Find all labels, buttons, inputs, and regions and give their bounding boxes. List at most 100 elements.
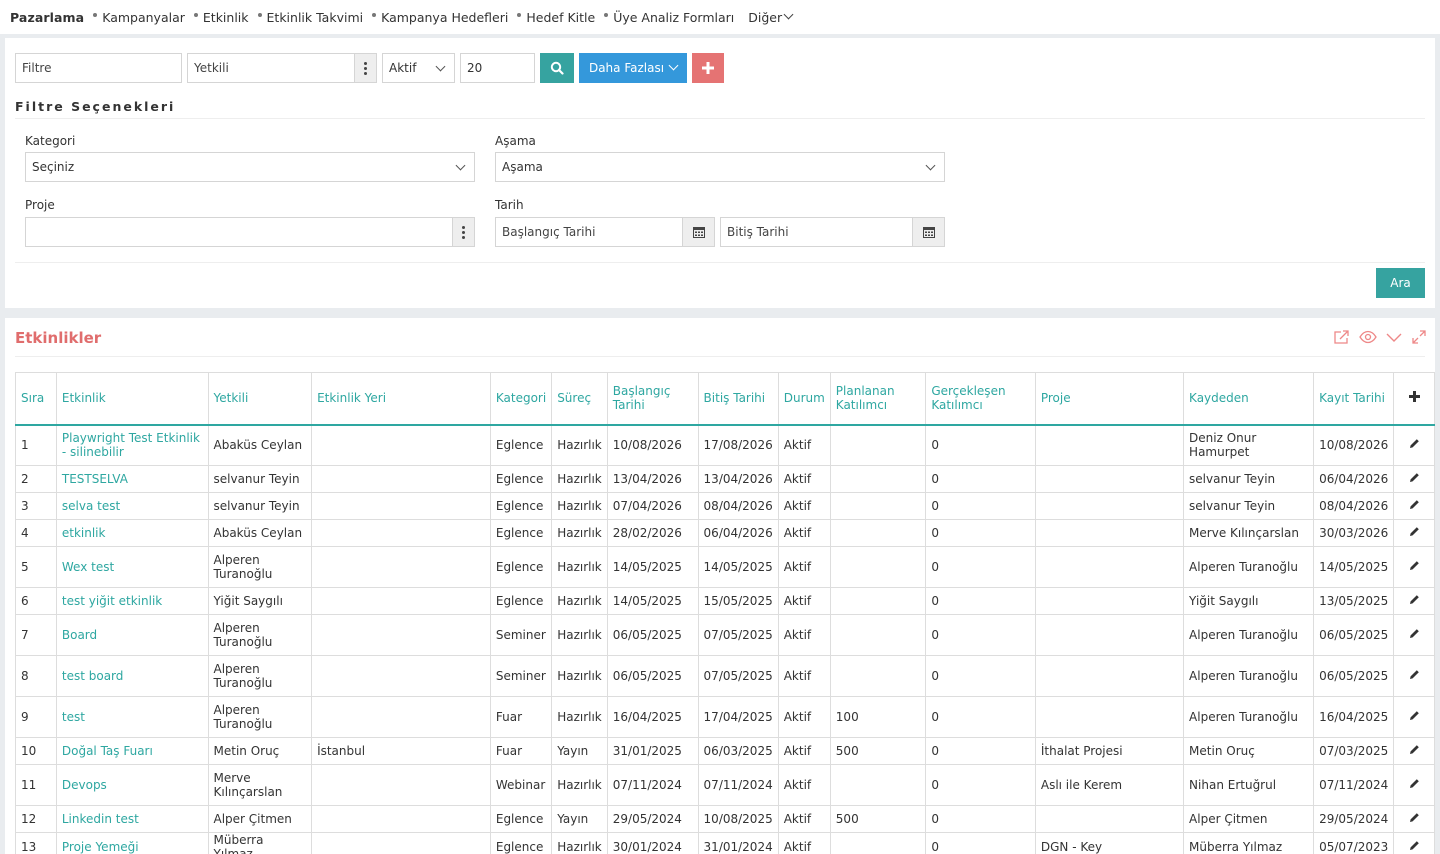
edit-icon <box>1409 779 1419 788</box>
table-cell: 3 <box>15 492 57 520</box>
kategori-select[interactable]: Seçiniz <box>25 152 475 182</box>
edit-button[interactable] <box>1393 492 1435 520</box>
nav-brand[interactable]: Pazarlama <box>10 10 84 25</box>
table-row: 1 Playwright Test Etkinlik - silinebilir A… <box>15 424 1435 466</box>
yetkili-input[interactable]: Yetkili <box>187 53 377 83</box>
asama-select[interactable]: Aşama <box>495 152 945 182</box>
asama-label: Aşama <box>495 134 536 148</box>
table-cell: 0 <box>925 587 1036 615</box>
edit-button[interactable] <box>1393 805 1435 833</box>
event-name-link[interactable]: test board <box>55 655 209 697</box>
nav-more-dropdown[interactable]: Diğer <box>748 10 794 25</box>
nav-item-etkinlik[interactable]: Etkinlik <box>193 10 249 25</box>
event-name-link[interactable]: TESTSELVA <box>55 465 209 493</box>
event-name-link[interactable]: Doğal Taş Fuarı <box>55 737 209 765</box>
table-cell: 08/04/2026 <box>697 492 779 520</box>
table-cell: 06/05/2025 <box>1313 655 1395 697</box>
col-header[interactable]: Kaydeden <box>1183 372 1315 426</box>
col-header[interactable]: Kategori <box>489 372 553 426</box>
table-cell: 500 <box>829 737 927 765</box>
table-cell: Aktif <box>777 614 831 656</box>
table-cell: 0 <box>925 519 1036 547</box>
kebab-icon[interactable] <box>354 54 376 82</box>
nav-item-uye-analiz-formlari[interactable]: Üye Analiz Formları <box>604 10 734 25</box>
col-header[interactable]: Bitiş Tarihi <box>697 372 779 426</box>
col-header[interactable]: Etkinlik Yeri <box>311 372 491 426</box>
event-name-link[interactable]: Playwright Test Etkinlik - silinebilir <box>55 424 209 466</box>
nav-item-kampanya-hedefleri[interactable]: Kampanya Hedefleri <box>372 10 508 25</box>
event-name-link[interactable]: test yiğit etkinlik <box>55 587 209 615</box>
ara-button[interactable]: Ara <box>1376 268 1425 298</box>
proje-input[interactable] <box>25 217 475 247</box>
nav-item-etkinlik-takvimi[interactable]: Etkinlik Takvimi <box>257 10 363 25</box>
event-name-link[interactable]: Linkedin test <box>55 805 209 833</box>
col-header[interactable]: Yetkili <box>207 372 313 426</box>
filter-input[interactable]: Filtre <box>15 53 182 83</box>
export-icon[interactable] <box>1333 329 1351 345</box>
status-select[interactable]: Aktif <box>382 53 455 83</box>
edit-button[interactable] <box>1393 424 1435 466</box>
col-header[interactable]: Başlangıç Tarihi <box>606 372 699 426</box>
table-cell: Alperen Turanoğlu <box>1183 696 1315 738</box>
expand-icon[interactable] <box>1411 329 1427 345</box>
col-header[interactable]: Gerçekleşen Katılımcı <box>925 372 1036 426</box>
col-header[interactable]: Etkinlik <box>55 372 209 426</box>
table-cell: 12 <box>15 805 57 833</box>
event-name-link[interactable]: Proje Yemeği <box>55 832 209 854</box>
table-cell: 08/04/2026 <box>1313 492 1395 520</box>
table-cell <box>1034 614 1185 656</box>
edit-button[interactable] <box>1393 764 1435 806</box>
table-cell: İstanbul <box>311 737 491 765</box>
add-row-button[interactable] <box>1393 372 1435 426</box>
kebab-icon[interactable] <box>452 218 474 246</box>
event-name-link[interactable]: etkinlik <box>55 519 209 547</box>
add-button[interactable] <box>692 53 724 83</box>
search-button[interactable] <box>540 53 574 83</box>
proje-label: Proje <box>25 198 55 212</box>
calendar-icon[interactable] <box>682 218 714 246</box>
edit-button[interactable] <box>1393 655 1435 697</box>
end-date-input[interactable]: Bitiş Tarihi <box>720 217 945 247</box>
table-cell: 07/11/2024 <box>697 764 779 806</box>
event-name-link[interactable]: Board <box>55 614 209 656</box>
table-cell <box>1034 696 1185 738</box>
edit-icon <box>1409 439 1419 449</box>
bullet-icon <box>517 13 522 17</box>
table-cell: 06/04/2026 <box>1313 465 1395 493</box>
table-cell: 14/05/2025 <box>1313 546 1395 588</box>
start-date-input[interactable]: Başlangıç Tarihi <box>495 217 715 247</box>
divider <box>15 356 1425 357</box>
nav-item-kampanyalar[interactable]: Kampanyalar <box>93 10 185 25</box>
table-cell: Hazırlık <box>551 832 608 854</box>
eye-icon[interactable] <box>1359 329 1377 345</box>
table-cell: Alperen Turanoğlu <box>207 696 313 738</box>
col-header[interactable]: Durum <box>777 372 831 426</box>
col-header[interactable]: Proje <box>1034 372 1185 426</box>
edit-button[interactable] <box>1393 696 1435 738</box>
kategori-label: Kategori <box>25 134 76 148</box>
table-cell: 15/05/2025 <box>697 587 779 615</box>
edit-button[interactable] <box>1393 737 1435 765</box>
event-name-link[interactable]: selva test <box>55 492 209 520</box>
edit-button[interactable] <box>1393 587 1435 615</box>
table-cell: 11 <box>15 764 57 806</box>
edit-button[interactable] <box>1393 465 1435 493</box>
event-name-link[interactable]: test <box>55 696 209 738</box>
edit-button[interactable] <box>1393 614 1435 656</box>
more-options-button[interactable]: Daha Fazlası <box>579 53 687 83</box>
calendar-icon[interactable] <box>912 218 944 246</box>
event-name-link[interactable]: Wex test <box>55 546 209 588</box>
table-row: 10 Doğal Taş Fuarı Metin Oruç İstanbul Fuar Y… <box>15 737 1435 765</box>
count-input[interactable]: 20 <box>460 53 535 83</box>
event-name-link[interactable]: Devops <box>55 764 209 806</box>
edit-button[interactable] <box>1393 832 1435 854</box>
col-header[interactable]: Sıra <box>15 372 57 426</box>
edit-button[interactable] <box>1393 546 1435 588</box>
collapse-icon[interactable] <box>1385 329 1403 345</box>
col-header[interactable]: Süreç <box>551 372 608 426</box>
col-header[interactable]: Planlanan Katılımcı <box>829 372 927 426</box>
nav-item-hedef-kitle[interactable]: Hedef Kitle <box>517 10 595 25</box>
col-header[interactable]: Kayıt Tarihi <box>1313 372 1395 426</box>
edit-button[interactable] <box>1393 519 1435 547</box>
table-cell: 29/05/2024 <box>606 805 699 833</box>
